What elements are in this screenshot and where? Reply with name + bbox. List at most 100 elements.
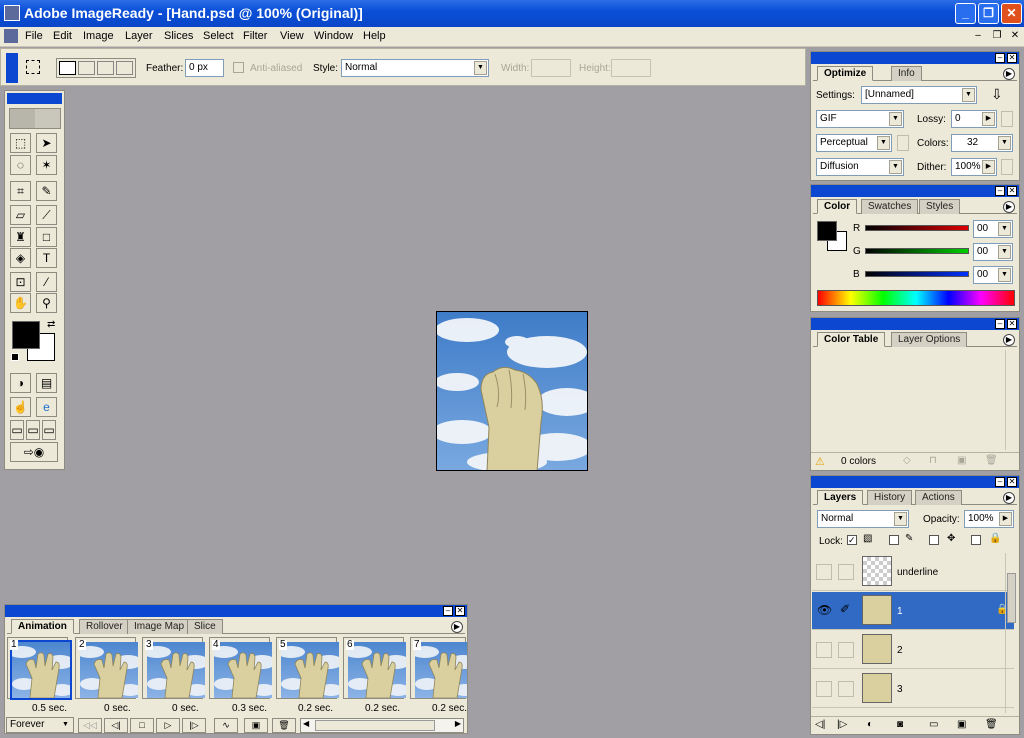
scroll-right-icon[interactable]: ▶ — [455, 719, 461, 728]
web-shift-icon[interactable]: ◇ — [903, 455, 911, 466]
tab-history[interactable]: History — [867, 490, 913, 505]
animation-palette-header[interactable]: – ✕ — [5, 605, 467, 617]
toolbox-header[interactable] — [7, 93, 62, 104]
eraser-tool-icon[interactable]: ▱ — [10, 205, 31, 225]
palette-close-icon[interactable]: ✕ — [1007, 319, 1017, 329]
menu-layer[interactable]: Layer — [125, 30, 153, 42]
tab-swatches[interactable]: Swatches — [861, 199, 919, 214]
loop-dropdown[interactable]: Forever ▼ — [6, 717, 74, 733]
standard-screen-icon[interactable]: ▭ — [10, 420, 24, 440]
tab-optimize[interactable]: Optimize — [817, 66, 874, 81]
layers-palette-header[interactable]: – ✕ — [811, 476, 1019, 488]
magic-wand-tool-icon[interactable]: ✶ — [36, 155, 57, 175]
delete-layer-icon[interactable]: 🗑 — [985, 719, 998, 730]
rectangle-tool-icon[interactable]: □ — [36, 227, 57, 247]
stamp-tool-icon[interactable]: ♜ — [10, 227, 31, 247]
document-canvas[interactable] — [436, 311, 588, 471]
layers-menu-arrow-icon[interactable]: ▶ — [1003, 492, 1015, 504]
tab-actions[interactable]: Actions — [915, 490, 962, 505]
r-slider[interactable] — [865, 225, 969, 231]
tab-color[interactable]: Color — [817, 199, 858, 214]
optimize-palette-header[interactable]: – ✕ — [811, 52, 1019, 64]
new-selection-icon[interactable] — [59, 61, 76, 75]
layer-row[interactable]: 👁 ✐ 1 🔒 — [812, 592, 1014, 630]
menu-help[interactable]: Help — [363, 30, 386, 42]
animation-frame[interactable]: 1 — [7, 637, 72, 700]
palette-mask-icon[interactable] — [897, 135, 909, 151]
restore-button[interactable]: ❐ — [978, 3, 999, 24]
brush-tool-icon[interactable]: ⟋ — [36, 205, 57, 225]
tab-slice[interactable]: Slice — [187, 619, 223, 634]
new-layer-icon[interactable]: ▣ — [957, 719, 966, 730]
frame-delay[interactable]: 0 sec. — [172, 703, 199, 714]
layer-effects-icon[interactable]: ◐ — [867, 719, 873, 730]
color-table-scrollbar[interactable] — [1005, 350, 1017, 450]
menu-edit[interactable]: Edit — [53, 30, 72, 42]
first-frame-icon[interactable]: ◁◁ — [78, 718, 102, 733]
preview-in-browser-icon[interactable]: e — [36, 397, 57, 417]
menu-file[interactable]: File — [25, 30, 43, 42]
close-button[interactable]: ✕ — [1001, 3, 1022, 24]
new-layer-set-icon[interactable]: ▭ — [929, 719, 938, 730]
hand-tool-icon[interactable]: ✋ — [10, 293, 31, 313]
animation-frame[interactable]: 5 — [276, 637, 339, 699]
feather-input[interactable]: 0 px — [185, 59, 224, 77]
doc-minimize-button[interactable]: – — [971, 29, 985, 43]
menu-image[interactable]: Image — [83, 30, 114, 42]
toggle-image-map-icon[interactable]: ▤ — [36, 373, 57, 393]
prev-frame-icon[interactable]: ◁| — [815, 719, 825, 730]
type-tool-icon[interactable]: T — [36, 248, 57, 268]
layer-row[interactable]: 2 — [812, 631, 1014, 669]
next-frame-icon[interactable]: |▷ — [837, 719, 847, 730]
layer-visibility-toggle[interactable] — [816, 564, 832, 580]
lock-position-checkbox[interactable] — [929, 535, 939, 545]
layer-visibility-toggle[interactable] — [816, 681, 832, 697]
palette-method-dropdown[interactable]: Perceptual ▼ — [816, 134, 892, 152]
palette-close-icon[interactable]: ✕ — [455, 606, 465, 616]
tab-color-table[interactable]: Color Table — [817, 332, 886, 347]
lossy-input[interactable]: 0 ▶ — [951, 110, 997, 128]
layer-row[interactable]: underline — [812, 553, 1014, 591]
marquee-tool-icon[interactable]: ⬚ — [10, 133, 31, 153]
zoom-tool-icon[interactable]: ⚲ — [36, 293, 57, 313]
layer-mask-icon[interactable]: ◙ — [897, 719, 903, 730]
menu-slices[interactable]: Slices — [164, 30, 193, 42]
menu-window[interactable]: Window — [314, 30, 353, 42]
dither-mask-icon[interactable] — [1001, 159, 1013, 175]
pencil-tool-icon[interactable]: ✎ — [36, 181, 57, 201]
add-selection-icon[interactable] — [78, 61, 95, 75]
palette-minimize-icon[interactable]: – — [995, 53, 1005, 63]
foreground-color-swatch[interactable] — [817, 221, 837, 241]
frame-delay[interactable]: 0 sec. — [104, 703, 131, 714]
menu-view[interactable]: View — [280, 30, 304, 42]
delete-color-icon[interactable]: 🗑 — [985, 455, 998, 466]
previous-frame-icon[interactable]: ◁| — [104, 718, 128, 733]
brush-icon[interactable]: ✐ — [840, 602, 850, 616]
palette-minimize-icon[interactable]: – — [443, 606, 453, 616]
animation-frame[interactable]: 7 — [410, 637, 467, 699]
palette-close-icon[interactable]: ✕ — [1007, 477, 1017, 487]
duplicate-frame-icon[interactable]: ▣ — [244, 718, 268, 733]
format-dropdown[interactable]: GIF ▼ — [816, 110, 904, 128]
style-dropdown[interactable]: Normal ▼ — [341, 59, 489, 77]
frame-delay[interactable]: 0.2 sec. — [432, 703, 467, 714]
animation-frame[interactable]: 3 — [142, 637, 205, 699]
palette-minimize-icon[interactable]: – — [995, 477, 1005, 487]
height-input[interactable] — [611, 59, 651, 77]
color-table-menu-arrow-icon[interactable]: ▶ — [1003, 334, 1015, 346]
colors-input[interactable]: 32 ▼ — [951, 134, 1013, 152]
delete-frame-icon[interactable]: 🗑 — [272, 718, 296, 733]
menu-select[interactable]: Select — [203, 30, 234, 42]
lossy-mask-icon[interactable] — [1001, 111, 1013, 127]
tween-icon[interactable]: ∿ — [214, 718, 238, 733]
animation-frame[interactable]: 4 — [209, 637, 272, 699]
layer-row[interactable]: 3 — [812, 670, 1014, 708]
b-input[interactable]: 00 ▼ — [973, 266, 1013, 284]
foreground-color-swatch[interactable] — [12, 321, 40, 349]
palette-minimize-icon[interactable]: – — [995, 319, 1005, 329]
animation-frame[interactable]: 6 — [343, 637, 406, 699]
minimize-button[interactable]: _ — [955, 3, 976, 24]
doc-restore-button[interactable]: ❐ — [990, 29, 1004, 43]
g-slider[interactable] — [865, 248, 969, 254]
r-input[interactable]: 00 ▼ — [973, 220, 1013, 238]
